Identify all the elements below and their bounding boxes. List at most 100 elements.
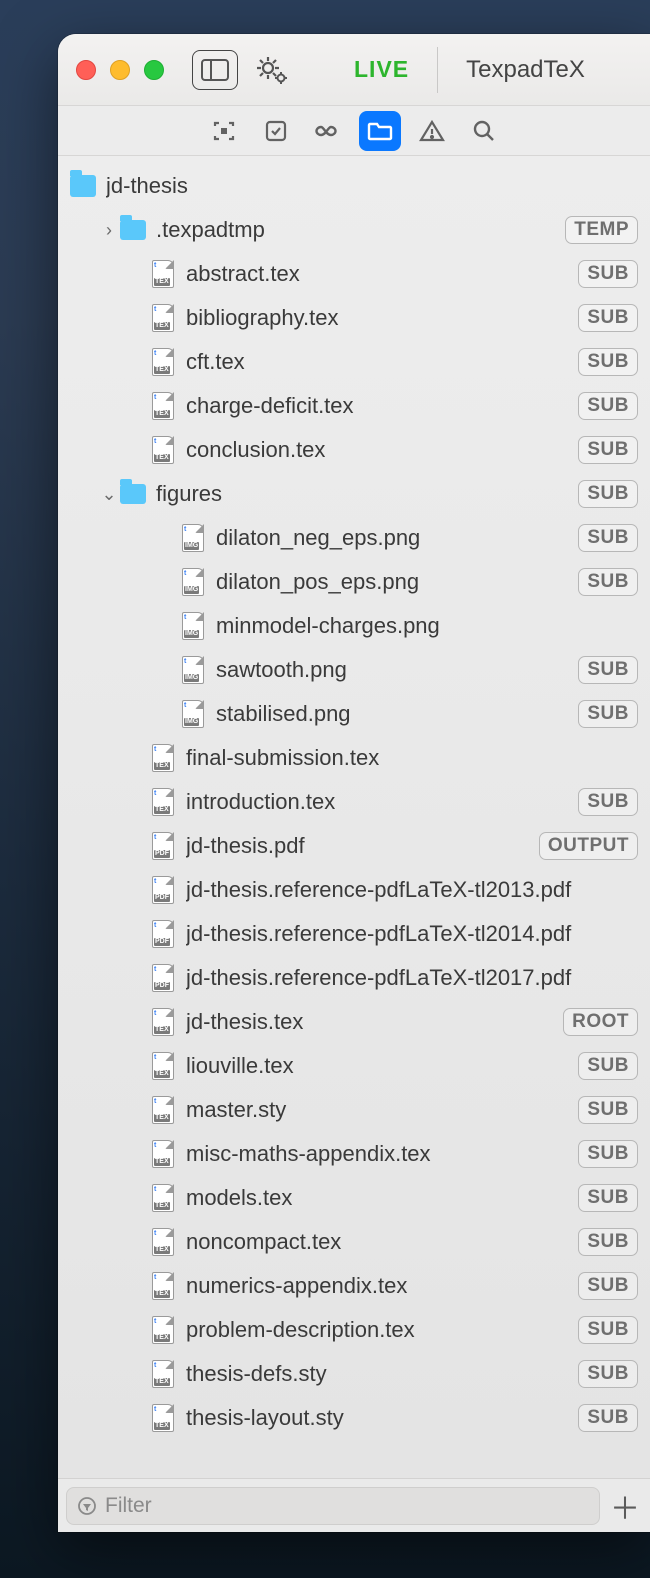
file-row[interactable]: tTEXthesis-defs.stySUB	[62, 1352, 646, 1396]
file-label: jd-thesis.pdf	[186, 833, 539, 859]
file-badge: SUB	[578, 480, 638, 508]
tex-file-icon: tTEX	[150, 347, 176, 377]
file-row[interactable]: tTEXfinal-submission.tex	[62, 736, 646, 780]
pdf-file-icon: tPDF	[150, 919, 176, 949]
tex-file-icon: tTEX	[150, 787, 176, 817]
sidebar-mode-toolbar	[58, 106, 650, 156]
tab-separator	[437, 47, 438, 93]
tex-file-icon: tTEX	[150, 435, 176, 465]
file-badge: ROOT	[563, 1008, 638, 1036]
todo-mode-button[interactable]	[255, 111, 297, 151]
file-label: stabilised.png	[216, 701, 578, 727]
tex-file-icon: tTEX	[150, 259, 176, 289]
app-window: LIVE TexpadTeX jd-thesis ›.texpadtmpTEMP…	[58, 34, 650, 1532]
tex-file-icon: tTEX	[150, 1095, 176, 1125]
file-row[interactable]: tIMGsawtooth.pngSUB	[62, 648, 646, 692]
folder-icon	[367, 120, 393, 142]
file-badge: TEMP	[565, 216, 638, 244]
chevron-down-icon[interactable]: ⌄	[98, 484, 120, 505]
file-tree[interactable]: jd-thesis ›.texpadtmpTEMP tTEX abstract.te…	[58, 156, 650, 1478]
folder-row[interactable]: ⌄ figuresSUB	[62, 472, 646, 516]
file-row[interactable]: tTEX abstract.texSUB	[62, 252, 646, 296]
file-badge: SUB	[578, 700, 638, 728]
file-label: conclusion.tex	[186, 437, 578, 463]
file-row[interactable]: tTEXnoncompact.texSUB	[62, 1220, 646, 1264]
filter-input[interactable]: Filter	[66, 1487, 600, 1525]
file-badge: SUB	[578, 1140, 638, 1168]
file-label: bibliography.tex	[186, 305, 578, 331]
close-window-button[interactable]	[76, 60, 96, 80]
file-badge: SUB	[578, 304, 638, 332]
file-row[interactable]: tTEX jd-thesis.texROOT	[62, 1000, 646, 1044]
toggle-sidebar-button[interactable]	[192, 50, 238, 90]
file-row[interactable]: tPDFjd-thesis.reference-pdfLaTeX-tl2014.…	[62, 912, 646, 956]
sidebar-icon	[201, 59, 229, 81]
pdf-file-icon: tPDF	[150, 831, 176, 861]
outline-mode-button[interactable]	[203, 111, 245, 151]
file-row[interactable]: tPDFjd-thesis.reference-pdfLaTeX-tl2013.…	[62, 868, 646, 912]
infinity-icon	[314, 121, 342, 141]
file-badge: SUB	[578, 568, 638, 596]
pdf-file-icon: tPDF	[150, 963, 176, 993]
img-file-icon: tIMG	[180, 699, 206, 729]
file-label: thesis-defs.sty	[186, 1361, 578, 1387]
typesetter-tab[interactable]: TexpadTeX	[466, 56, 585, 84]
img-file-icon: tIMG	[180, 655, 206, 685]
chevron-right-icon[interactable]: ›	[98, 220, 120, 241]
file-label: jd-thesis.tex	[186, 1009, 563, 1035]
file-row[interactable]: tTEXnumerics-appendix.texSUB	[62, 1264, 646, 1308]
file-label: charge-deficit.tex	[186, 393, 578, 419]
file-row[interactable]: tTEXliouville.texSUB	[62, 1044, 646, 1088]
minimize-window-button[interactable]	[110, 60, 130, 80]
file-row[interactable]: tPDFjd-thesis.pdfOUTPUT	[62, 824, 646, 868]
file-row[interactable]: tPDFjd-thesis.reference-pdfLaTeX-tl2017.…	[62, 956, 646, 1000]
file-label: abstract.tex	[186, 261, 578, 287]
zoom-window-button[interactable]	[144, 60, 164, 80]
file-badge: SUB	[578, 260, 638, 288]
img-file-icon: tIMG	[180, 523, 206, 553]
tex-file-icon: tTEX	[150, 391, 176, 421]
file-row[interactable]: tTEXcft.texSUB	[62, 340, 646, 384]
folder-row[interactable]: ›.texpadtmpTEMP	[62, 208, 646, 252]
tex-file-icon: tTEX	[150, 1051, 176, 1081]
file-row[interactable]: tTEX conclusion.texSUB	[62, 428, 646, 472]
file-badge: SUB	[578, 1272, 638, 1300]
img-file-icon: tIMG	[180, 611, 206, 641]
file-row[interactable]: tTEXmodels.texSUB	[62, 1176, 646, 1220]
file-row[interactable]: tTEXproblem-description.texSUB	[62, 1308, 646, 1352]
add-button[interactable]: ＋	[610, 1484, 640, 1528]
live-status: LIVE	[354, 56, 409, 83]
file-row[interactable]: tTEXintroduction.texSUB	[62, 780, 646, 824]
file-label: liouville.tex	[186, 1053, 578, 1079]
file-label: models.tex	[186, 1185, 578, 1211]
files-mode-button[interactable]	[359, 111, 401, 151]
file-row[interactable]: tTEXmaster.stySUB	[62, 1088, 646, 1132]
file-row[interactable]: tIMGdilaton_pos_eps.pngSUB	[62, 560, 646, 604]
plus-icon: ＋	[610, 1493, 640, 1526]
file-label: final-submission.tex	[186, 745, 638, 771]
file-row[interactable]: tTEXthesis-layout.stySUB	[62, 1396, 646, 1440]
file-label: dilaton_pos_eps.png	[216, 569, 578, 595]
warnings-mode-button[interactable]	[411, 111, 453, 151]
file-badge: SUB	[578, 656, 638, 684]
folder-icon	[120, 479, 146, 509]
file-label: minmodel-charges.png	[216, 613, 638, 639]
file-badge: SUB	[578, 524, 638, 552]
file-row[interactable]: tIMGdilaton_neg_eps.pngSUB	[62, 516, 646, 560]
file-label: problem-description.tex	[186, 1317, 578, 1343]
project-root[interactable]: jd-thesis	[62, 164, 646, 208]
tex-file-icon: tTEX	[150, 1007, 176, 1037]
file-row[interactable]: tIMG minmodel-charges.png	[62, 604, 646, 648]
symbols-mode-button[interactable]	[307, 111, 349, 151]
file-label: figures	[156, 481, 578, 507]
file-badge: SUB	[578, 1360, 638, 1388]
file-row[interactable]: tTEXmisc-maths-appendix.texSUB	[62, 1132, 646, 1176]
file-row[interactable]: tTEXcharge-deficit.texSUB	[62, 384, 646, 428]
settings-button[interactable]	[248, 50, 294, 90]
file-badge: SUB	[578, 436, 638, 464]
file-row[interactable]: tTEXbibliography.texSUB	[62, 296, 646, 340]
tex-file-icon: tTEX	[150, 1315, 176, 1345]
file-row[interactable]: tIMG stabilised.pngSUB	[62, 692, 646, 736]
scan-icon	[212, 119, 236, 143]
search-mode-button[interactable]	[463, 111, 505, 151]
